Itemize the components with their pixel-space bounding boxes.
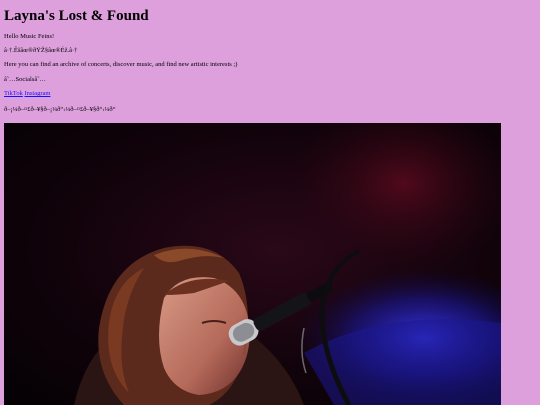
greeting-text: Hello Music Feins! [4,33,55,40]
page-content: Layna's Lost & Found Hello Music Feins! … [4,0,536,405]
social-links: TikTok Instagram [4,90,50,98]
instagram-link[interactable]: Instagram [24,90,50,97]
socials-heading: â˜…Socialsâ˜… [4,76,46,83]
decorative-symbol-line: â·†.Êšâœ®ðŸŽ§âœ®Éž.â·† [4,47,78,54]
tiktok-link[interactable]: TikTok [4,90,23,97]
concert-photo [4,123,501,405]
site-description: Here you can find an archive of concerts… [4,61,238,68]
decorative-music-line: ð–¡¼ð–¤£ð–¥§ð–¡¼ð“‹¼ð–¤£ð–¥§ð“‹¼ð“ [4,106,116,113]
singer-at-microphone-image [4,123,501,405]
page-title: Layna's Lost & Found [4,8,149,24]
